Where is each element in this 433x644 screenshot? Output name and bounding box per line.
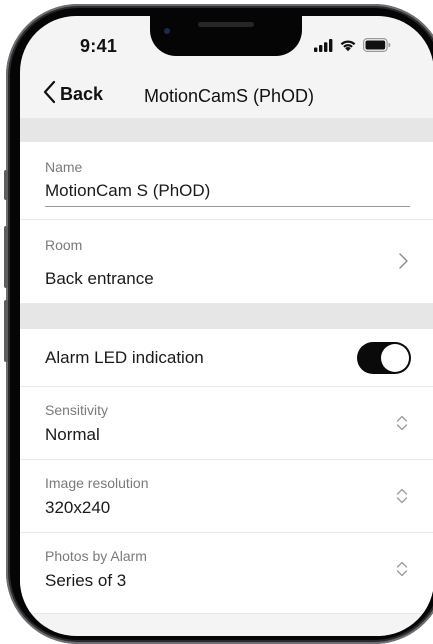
name-field-row[interactable]: Name MotionCam S (PhOD) xyxy=(20,142,433,220)
phone-screen: 9:41 Back MotionCamS (PhOD) Name MotionC… xyxy=(20,16,433,636)
chevron-up-down-icon xyxy=(396,415,408,436)
front-camera xyxy=(164,28,170,34)
section-separator xyxy=(20,118,433,142)
alarm-led-label: Alarm LED indication xyxy=(45,348,204,367)
status-icons xyxy=(314,38,391,57)
image-resolution-label: Image resolution xyxy=(45,475,149,491)
room-field-value: Back entrance xyxy=(45,269,154,288)
name-field-label: Name xyxy=(45,159,83,175)
volume-up-button xyxy=(4,226,8,288)
notch xyxy=(150,16,302,56)
back-button[interactable]: Back xyxy=(42,80,103,109)
section-separator xyxy=(20,304,433,329)
earpiece-speaker xyxy=(198,22,254,27)
alarm-led-toggle[interactable] xyxy=(357,342,411,374)
back-button-label: Back xyxy=(60,84,104,104)
battery-icon xyxy=(363,38,391,57)
sensitivity-row[interactable]: Sensitivity Normal xyxy=(20,387,433,460)
room-field-label: Room xyxy=(45,237,83,253)
cellular-signal-icon xyxy=(314,38,333,57)
image-resolution-value: 320x240 xyxy=(45,498,111,517)
room-selector-row[interactable]: Room Back entrance xyxy=(20,220,433,304)
sensitivity-label: Sensitivity xyxy=(45,402,109,418)
chevron-up-down-icon xyxy=(396,488,408,509)
wifi-icon xyxy=(339,38,357,57)
image-resolution-row[interactable]: Image resolution 320x240 xyxy=(20,460,433,533)
alarm-led-row: Alarm LED indication xyxy=(20,329,433,387)
status-time: 9:41 xyxy=(80,36,118,56)
photos-by-alarm-label: Photos by Alarm xyxy=(45,548,147,564)
photos-by-alarm-value: Series of 3 xyxy=(45,571,127,590)
name-field-underline xyxy=(45,206,410,207)
photos-by-alarm-row[interactable]: Photos by Alarm Series of 3 xyxy=(20,533,433,614)
mute-switch xyxy=(4,170,8,200)
sensitivity-value: Normal xyxy=(45,425,100,444)
toggle-knob xyxy=(381,344,409,372)
chevron-up-down-icon xyxy=(396,561,408,582)
navigation-bar: Back MotionCamS (PhOD) xyxy=(20,74,433,118)
volume-down-button xyxy=(4,300,8,362)
chevron-right-icon xyxy=(399,253,408,274)
name-field-value[interactable]: MotionCam S (PhOD) xyxy=(45,181,210,201)
chevron-left-icon xyxy=(42,80,56,109)
page-title: MotionCamS (PhOD) xyxy=(144,86,315,106)
